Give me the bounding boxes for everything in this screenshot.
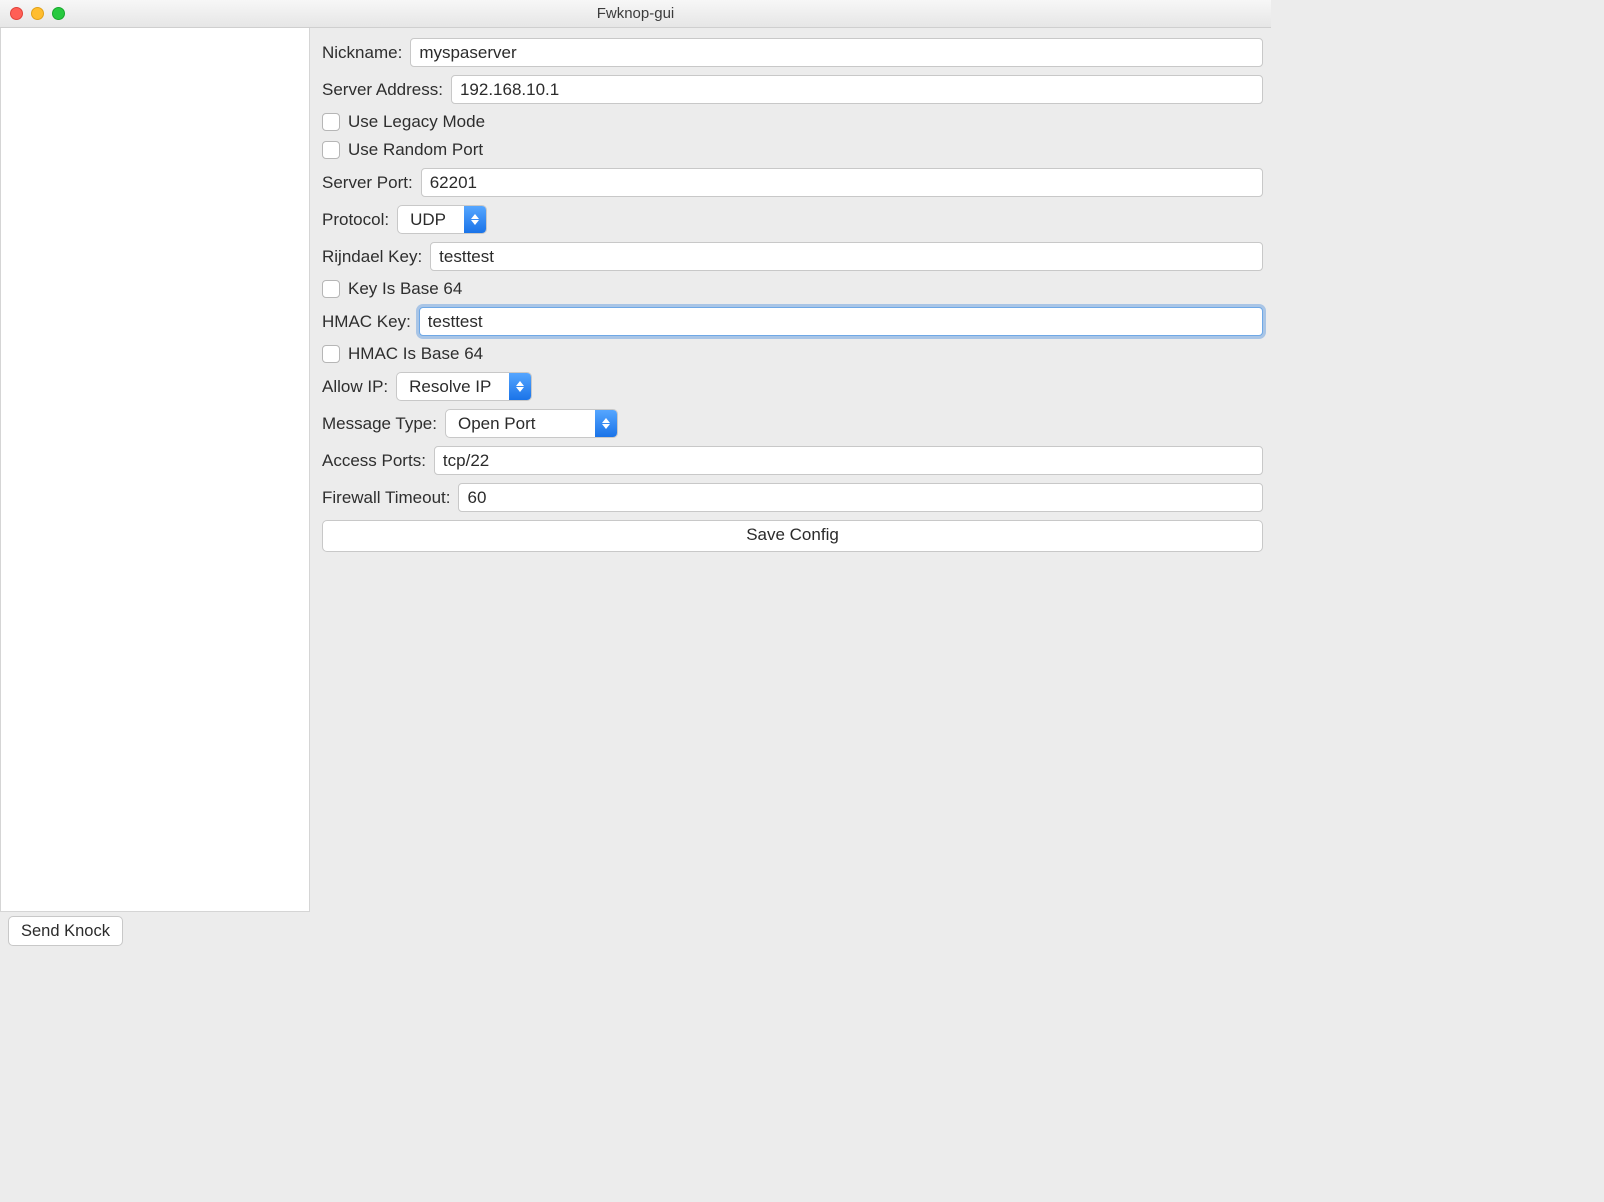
- protocol-value: UDP: [398, 206, 464, 233]
- rijndael-key-input[interactable]: [430, 242, 1263, 271]
- firewall-timeout-label: Firewall Timeout:: [322, 488, 450, 508]
- hmac-key-label: HMAC Key:: [322, 312, 411, 332]
- hmac-key-input[interactable]: [419, 307, 1263, 336]
- sidebar-list[interactable]: [0, 28, 310, 912]
- random-port-label: Use Random Port: [348, 140, 483, 160]
- chevron-updown-icon: [464, 206, 486, 233]
- legacy-mode-checkbox[interactable]: [322, 113, 340, 131]
- config-form: Nickname: Server Address: Use Legacy Mod…: [310, 28, 1271, 912]
- server-address-label: Server Address:: [322, 80, 443, 100]
- access-ports-input[interactable]: [434, 446, 1263, 475]
- server-port-label: Server Port:: [322, 173, 413, 193]
- message-type-select[interactable]: Open Port: [445, 409, 619, 438]
- message-type-label: Message Type:: [322, 414, 437, 434]
- protocol-label: Protocol:: [322, 210, 389, 230]
- server-port-input[interactable]: [421, 168, 1263, 197]
- chevron-updown-icon: [595, 410, 617, 437]
- save-config-button[interactable]: Save Config: [322, 520, 1263, 552]
- access-ports-label: Access Ports:: [322, 451, 426, 471]
- rijndael-key-label: Rijndael Key:: [322, 247, 422, 267]
- allow-ip-select[interactable]: Resolve IP: [396, 372, 532, 401]
- legacy-mode-label: Use Legacy Mode: [348, 112, 485, 132]
- hmac-is-b64-checkbox[interactable]: [322, 345, 340, 363]
- footer: Send Knock: [0, 912, 1271, 954]
- random-port-checkbox[interactable]: [322, 141, 340, 159]
- allow-ip-value: Resolve IP: [397, 373, 509, 400]
- nickname-input[interactable]: [410, 38, 1263, 67]
- nickname-label: Nickname:: [322, 43, 402, 63]
- send-knock-button[interactable]: Send Knock: [8, 916, 123, 946]
- key-is-b64-checkbox[interactable]: [322, 280, 340, 298]
- key-is-b64-label: Key Is Base 64: [348, 279, 462, 299]
- firewall-timeout-input[interactable]: [458, 483, 1263, 512]
- chevron-updown-icon: [509, 373, 531, 400]
- window-title: Fwknop-gui: [0, 5, 1271, 22]
- titlebar: Fwknop-gui: [0, 0, 1271, 28]
- content-area: Nickname: Server Address: Use Legacy Mod…: [0, 28, 1271, 912]
- server-address-input[interactable]: [451, 75, 1263, 104]
- protocol-select[interactable]: UDP: [397, 205, 487, 234]
- allow-ip-label: Allow IP:: [322, 377, 388, 397]
- message-type-value: Open Port: [446, 410, 596, 437]
- hmac-is-b64-label: HMAC Is Base 64: [348, 344, 483, 364]
